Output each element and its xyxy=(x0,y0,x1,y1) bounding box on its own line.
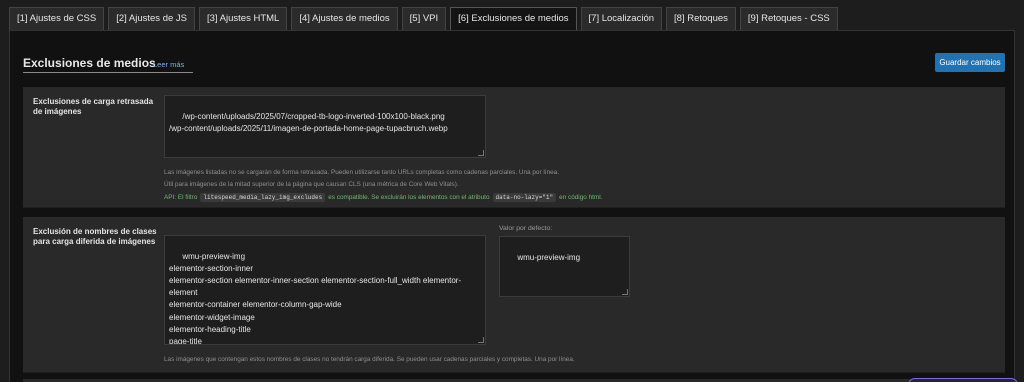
tab-css-settings[interactable]: [1] Ajustes de CSS xyxy=(9,7,105,30)
class-exclusions-value: wmu-preview-img elementor-section-inner … xyxy=(169,252,462,345)
resize-handle-icon[interactable] xyxy=(478,150,484,156)
api-suffix: en código html. xyxy=(559,193,603,201)
tab-tuning[interactable]: [8] Retoques xyxy=(666,7,736,30)
resize-handle-icon[interactable] xyxy=(478,337,484,343)
lazy-exclusions-cls-note: Útil para imágenes de la mitad superior … xyxy=(164,181,459,188)
title-divider xyxy=(23,72,193,73)
api-filter-code: litespeed_media_lazy_img_excludes xyxy=(200,192,326,202)
api-attr-code: data-no-lazy="1" xyxy=(492,192,557,202)
settings-panel: Exclusiones de medios Leer más Guardar c… xyxy=(9,30,1015,382)
default-value-label: Valor por defecto: xyxy=(499,225,553,232)
tab-js-settings[interactable]: [2] Ajustes de JS xyxy=(108,7,195,30)
default-value-text: wmu-preview-img xyxy=(517,253,581,263)
tab-localization[interactable]: [7] Localización xyxy=(580,7,663,30)
settings-tabs: [1] Ajustes de CSS [2] Ajustes de JS [3]… xyxy=(9,7,838,31)
tab-media-exclusions[interactable]: [6] Exclusiones de medios xyxy=(450,7,577,31)
api-prefix: API: El filtro xyxy=(164,193,198,201)
page-title: Exclusiones de medios xyxy=(23,56,156,70)
lazy-exclusions-value: /wp-content/uploads/2025/07/cropped-tb-l… xyxy=(169,112,448,134)
tab-html-settings[interactable]: [3] Ajustes HTML xyxy=(198,7,288,30)
lazy-exclusions-api-note: API: El filtro litespeed_media_lazy_img_… xyxy=(164,191,602,203)
tab-media-settings[interactable]: [4] Ajustes de medios xyxy=(291,7,398,30)
tab-vpi[interactable]: [5] VPI xyxy=(401,7,447,30)
lazy-exclusions-textarea[interactable]: /wp-content/uploads/2025/07/cropped-tb-l… xyxy=(164,95,486,158)
class-exclusions-label: Exclusión de nombres de clases para carg… xyxy=(33,227,157,246)
floating-widget[interactable] xyxy=(908,378,1018,382)
default-value-box: wmu-preview-img xyxy=(499,236,630,297)
api-middle: es compatible. Se excluirán los elemento… xyxy=(328,193,490,201)
lazy-exclusions-label: Exclusiones de carga retrasada de imágen… xyxy=(33,97,154,116)
lazy-exclusions-description: Las imágenes listadas no se cargarán de … xyxy=(164,169,560,176)
tab-tuning-css[interactable]: [9] Retoques - CSS xyxy=(739,7,838,30)
read-more-link[interactable]: Leer más xyxy=(153,60,184,69)
save-button[interactable]: Guardar cambios xyxy=(935,53,1005,72)
class-exclusions-textarea[interactable]: wmu-preview-img elementor-section-inner … xyxy=(164,235,486,345)
class-exclusions-row: Exclusión de nombres de clases para carg… xyxy=(23,217,1005,373)
resize-handle-icon[interactable] xyxy=(622,289,628,295)
class-exclusions-description: Las imágenes que contengan estos nombres… xyxy=(164,356,575,363)
lazy-exclusions-row: Exclusiones de carga retrasada de imágen… xyxy=(23,87,1005,208)
